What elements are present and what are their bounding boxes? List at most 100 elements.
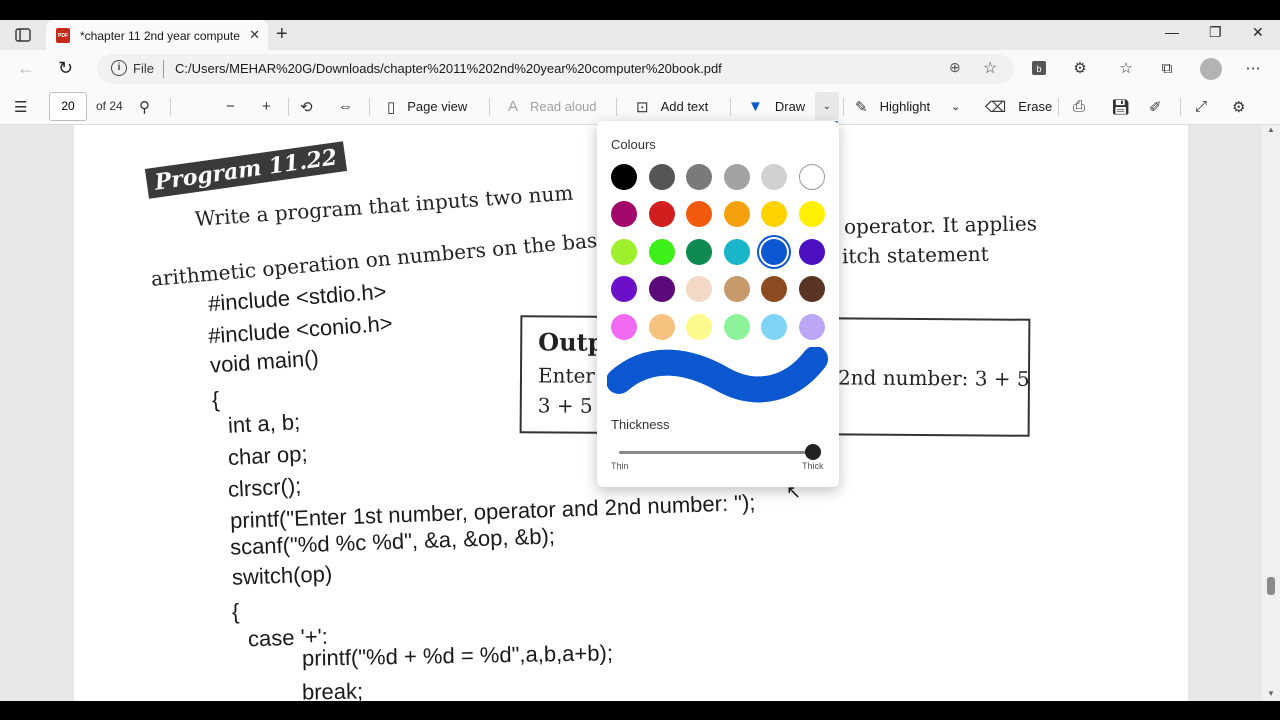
thickness-heading: Thickness — [611, 417, 670, 432]
program-banner: Program 11.22 — [144, 141, 347, 199]
colour-swatch[interactable] — [611, 238, 637, 265]
zoom-out-button[interactable]: − — [226, 88, 247, 125]
print-button[interactable]: ⎙ — [1073, 88, 1097, 125]
colour-swatch[interactable] — [799, 164, 825, 190]
colour-swatch[interactable] — [799, 238, 825, 265]
url-text[interactable]: C:/Users/MEHAR%20G/Downloads/chapter%201… — [175, 61, 722, 76]
colour-swatch[interactable] — [611, 313, 637, 340]
profile-avatar[interactable] — [1200, 58, 1222, 80]
scroll-down-icon[interactable]: ▼ — [1267, 689, 1275, 698]
code-line: void main() — [209, 345, 320, 378]
tab-actions-button[interactable] — [10, 25, 36, 45]
save-button[interactable]: 💾︎ — [1111, 88, 1142, 125]
colour-swatch[interactable] — [799, 313, 825, 340]
colour-swatch[interactable] — [723, 164, 750, 190]
colour-swatch[interactable] — [761, 201, 788, 228]
browser-window: PDF *chapter 11 2nd year computer book.p… — [0, 20, 1280, 701]
toolbar-divider — [170, 98, 171, 116]
erase-label: Erase — [1018, 99, 1053, 114]
more-menu-icon[interactable]: ⋯ — [1244, 59, 1262, 77]
colour-swatch[interactable] — [648, 313, 675, 340]
colour-swatch[interactable] — [761, 276, 788, 303]
contents-button[interactable]: ☰ — [14, 88, 39, 125]
minimize-icon[interactable]: — — [1165, 24, 1179, 40]
save-as-button[interactable]: ✐ — [1149, 88, 1174, 125]
colour-swatch[interactable] — [686, 238, 713, 265]
colour-swatch[interactable] — [648, 238, 675, 265]
favorites-icon[interactable]: ☆ — [1117, 59, 1135, 77]
toolbar-divider — [730, 98, 731, 116]
read-aloud-button[interactable]: A Read aloud — [508, 88, 597, 125]
colours-heading: Colours — [611, 137, 656, 152]
colour-swatch[interactable] — [648, 164, 675, 190]
scroll-up-icon[interactable]: ▲ — [1267, 125, 1275, 134]
page-view-button[interactable]: ▯ Page view — [387, 88, 467, 125]
expand-icon: ⤢ — [1195, 98, 1208, 115]
highlight-options-dropdown[interactable]: ⌄ — [951, 88, 960, 125]
thickness-slider-thumb[interactable] — [805, 444, 821, 460]
draw-button[interactable]: ▼ Draw — [748, 88, 805, 125]
colour-swatch[interactable] — [723, 201, 750, 228]
info-icon[interactable]: i — [111, 60, 127, 76]
zoom-in-button[interactable]: + — [262, 88, 283, 125]
search-button[interactable]: ⚲ — [139, 88, 162, 125]
colour-swatch[interactable] — [761, 164, 788, 190]
add-text-button[interactable]: ⊡ Add text — [636, 88, 708, 125]
restore-icon[interactable]: ❐ — [1209, 24, 1222, 41]
colour-swatch[interactable] — [799, 276, 825, 303]
tab-pdf[interactable]: PDF *chapter 11 2nd year computer book.p… — [46, 20, 268, 51]
intro-line-2-right: itch statement — [841, 241, 989, 269]
colour-swatch[interactable] — [648, 276, 675, 303]
colour-swatch[interactable] — [761, 313, 788, 340]
colour-swatch[interactable] — [611, 164, 637, 190]
fit-page-button[interactable]: ⇔ — [338, 88, 365, 125]
colour-swatch[interactable] — [648, 201, 675, 228]
stroke-preview — [607, 347, 828, 403]
vertical-scrollbar[interactable]: ▲ ▼ — [1262, 125, 1280, 701]
code-line: { — [211, 386, 221, 413]
code-line: printf("%d + %d = %d",a,b,a+b); — [301, 640, 614, 671]
close-window-icon[interactable]: ✕ — [1252, 24, 1264, 41]
address-field[interactable]: i File C:/Users/MEHAR%20G/Downloads/chap… — [97, 54, 1014, 84]
colour-swatch[interactable] — [761, 238, 788, 265]
add-favorite-icon[interactable]: ☆ — [983, 58, 997, 78]
code-line: #include <conio.h> — [207, 310, 394, 349]
new-tab-icon[interactable]: + — [276, 23, 288, 46]
output-line-2: 3 + 5 — [537, 393, 593, 418]
colour-swatch[interactable] — [686, 313, 713, 340]
scrollbar-thumb[interactable] — [1267, 577, 1275, 595]
colour-swatch[interactable] — [611, 276, 637, 303]
draw-options-dropdown[interactable]: ⌄ — [815, 92, 839, 120]
rotate-button[interactable]: ⟲ — [300, 88, 325, 125]
thickness-slider-track[interactable] — [619, 451, 813, 454]
extension-icon[interactable]: b — [1030, 59, 1048, 77]
extensions-puzzle-icon[interactable]: ⚙ — [1071, 59, 1089, 77]
fit-width-icon: ⇔ — [338, 98, 353, 115]
refresh-icon[interactable]: ↻ — [58, 58, 73, 79]
back-icon[interactable]: ← — [17, 58, 35, 79]
close-tab-icon[interactable]: ✕ — [249, 27, 260, 43]
toolbar-divider — [843, 98, 844, 116]
erase-button[interactable]: ⌫ Erase — [985, 88, 1052, 125]
tab-actions-icon — [15, 28, 31, 42]
colour-swatch[interactable] — [799, 201, 825, 228]
colour-swatch[interactable] — [723, 238, 750, 265]
colour-swatch[interactable] — [686, 276, 713, 303]
colour-swatch[interactable] — [686, 164, 713, 190]
draw-label: Draw — [774, 99, 806, 114]
highlight-button[interactable]: ✎ Highlight — [855, 88, 930, 125]
collections-icon[interactable]: ⧉ — [1158, 59, 1176, 77]
thick-label: Thick — [802, 461, 824, 471]
zoom-icon[interactable]: ⊕ — [949, 59, 961, 76]
code-line: clrscr(); — [227, 473, 302, 502]
fullscreen-button[interactable]: ⤢ — [1195, 88, 1219, 125]
page-number-input[interactable]: 20 — [49, 92, 87, 121]
colour-swatch[interactable] — [611, 201, 637, 228]
minus-icon: − — [226, 98, 235, 115]
chevron-down-icon: ⌄ — [951, 101, 961, 113]
toolbar-divider — [616, 98, 617, 116]
settings-button[interactable]: ⚙ — [1232, 88, 1257, 125]
colour-swatch[interactable] — [723, 276, 750, 303]
colour-swatch[interactable] — [686, 201, 713, 228]
colour-swatch[interactable] — [723, 313, 750, 340]
